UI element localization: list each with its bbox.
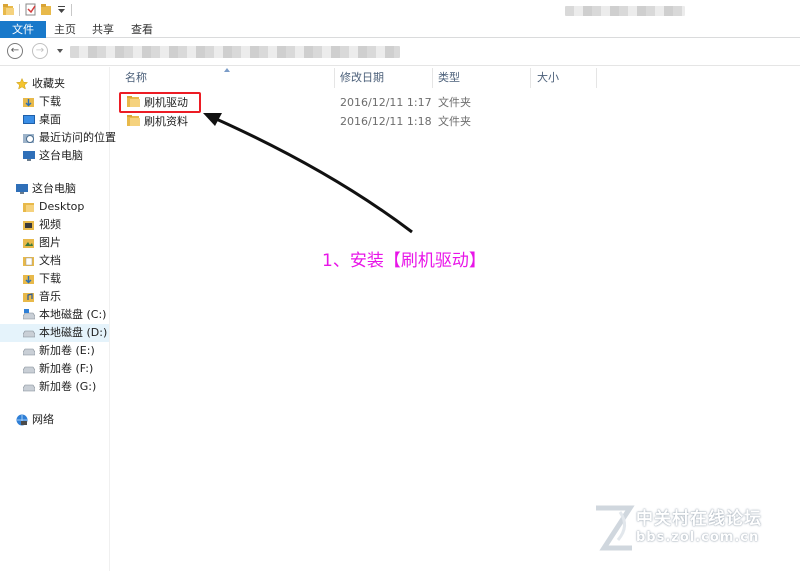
annotation-text: 1、安装【刷机驱动】 [322,251,486,271]
zol-logo-icon [596,505,635,551]
annotation-arrow-icon [203,113,413,234]
watermark-url: bbs.zol.com.cn [636,530,760,545]
watermark-brand: 中关村在线论坛 [636,509,762,529]
file-explorer-window: 文件 主页 共享 查看 ← → 收藏夹 下载 桌面 最近访问的位置 这台电脑 这… [0,0,800,571]
watermark: 中关村在线论坛 bbs.zol.com.cn [590,500,790,560]
